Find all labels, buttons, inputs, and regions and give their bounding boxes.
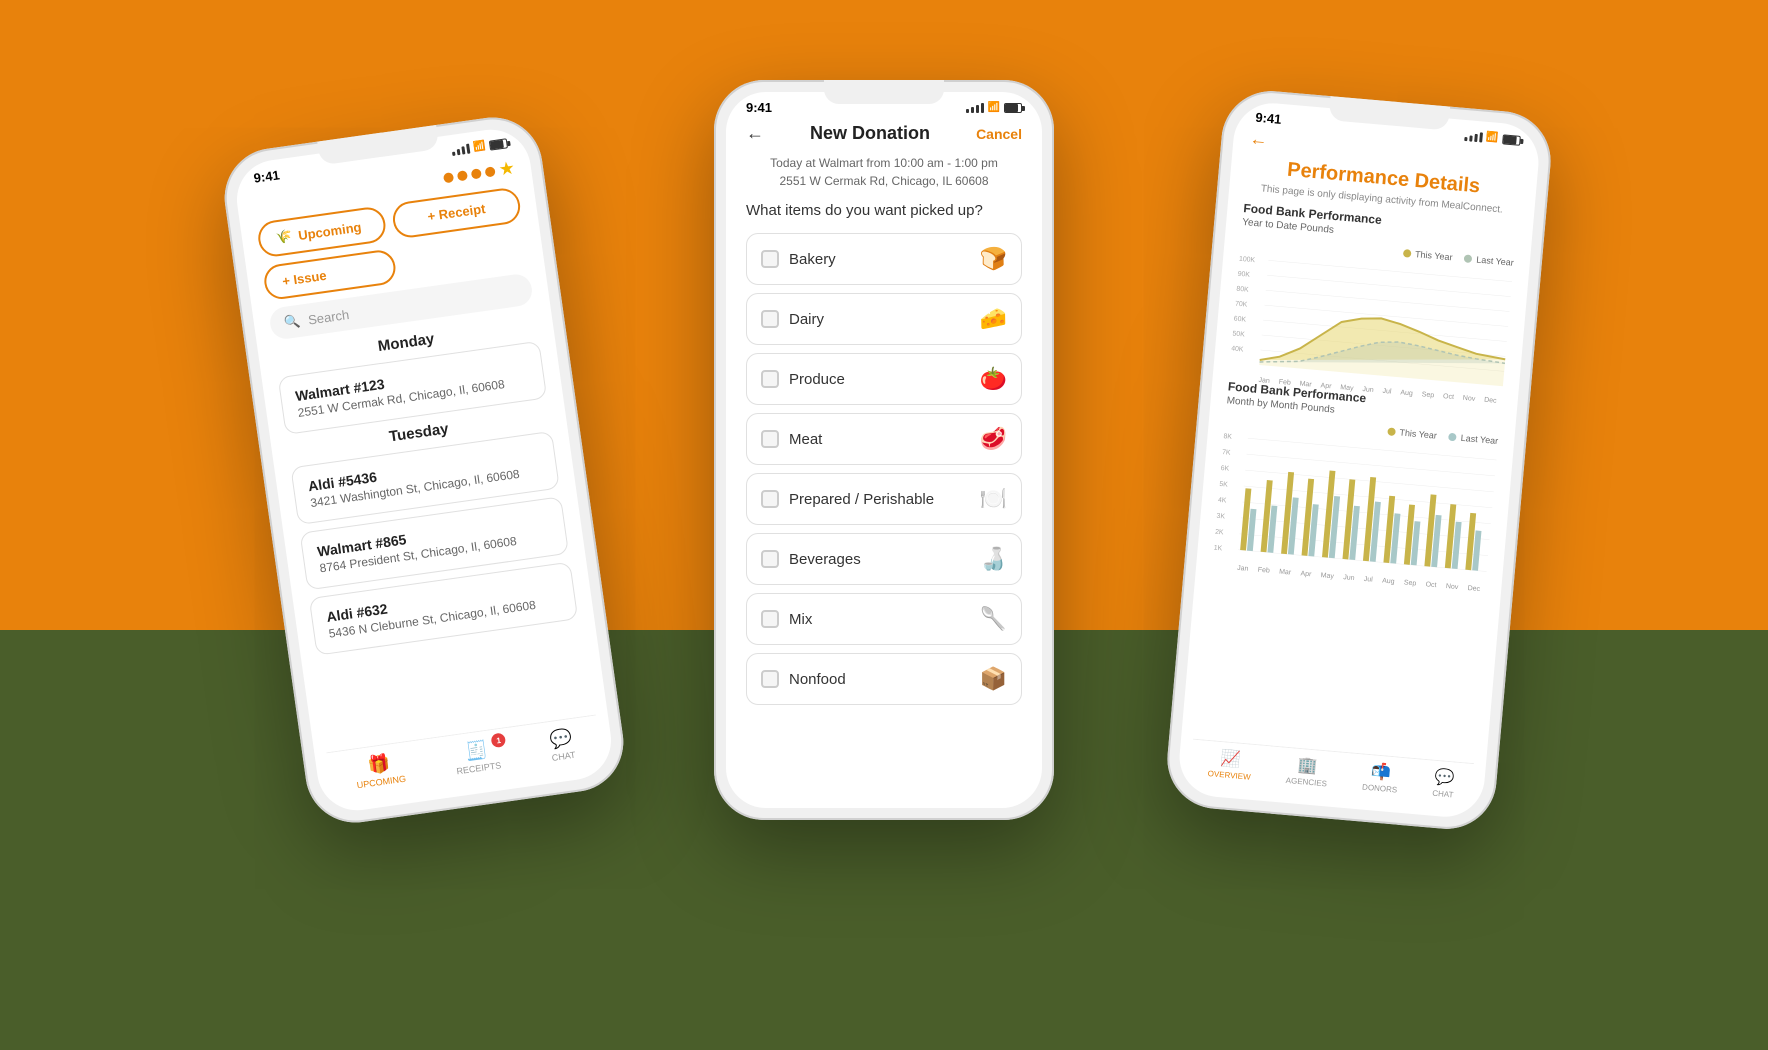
svg-text:2K: 2K (1215, 529, 1224, 537)
food-item-bakery[interactable]: Bakery 🍞 (746, 233, 1022, 285)
svg-text:7K: 7K (1222, 449, 1231, 457)
donors-icon: 📬 (1370, 761, 1392, 783)
checkbox-produce[interactable] (761, 370, 779, 388)
nonfood-icon: 📦 (980, 666, 1007, 692)
food-item-prepared[interactable]: Prepared / Perishable 🍽️ (746, 473, 1022, 525)
upcoming-nav-icon: 🎁 (366, 753, 391, 777)
phone-new-donation: 9:41 📶 ← New Donation C (714, 80, 1054, 820)
donation-info-line2: 2551 W Cermak Rd, Chicago, IL 60608 (746, 174, 1022, 188)
checkbox-nonfood[interactable] (761, 670, 779, 688)
nav-chat[interactable]: 💬 CHAT (548, 727, 576, 763)
dairy-icon: 🧀 (980, 306, 1007, 332)
svg-text:8K: 8K (1223, 433, 1232, 441)
svg-text:100K: 100K (1239, 256, 1256, 264)
svg-text:90K: 90K (1237, 271, 1250, 279)
chat-badge: 1 (491, 732, 507, 748)
prepared-icon: 🍽️ (980, 486, 1007, 512)
overview-icon: 📈 (1220, 748, 1242, 770)
nav-donors[interactable]: 📬 DONORS (1362, 761, 1400, 795)
time-3: 9:41 (1255, 110, 1282, 127)
checkbox-beverages[interactable] (761, 550, 779, 568)
checkbox-meat[interactable] (761, 430, 779, 448)
nav-agencies[interactable]: 🏢 AGENCIES (1285, 754, 1329, 788)
nav-upcoming[interactable]: 🎁 UPCOMING (353, 751, 407, 791)
phone-upcoming: 9:41 📶 (218, 111, 630, 829)
food-item-produce[interactable]: Produce 🍅 (746, 353, 1022, 405)
food-item-nonfood[interactable]: Nonfood 📦 (746, 653, 1022, 705)
line-chart: 100K 90K 80K 70K 60K 50K 40K (1230, 248, 1513, 391)
checkbox-bakery[interactable] (761, 250, 779, 268)
chat-icon-3: 💬 (1434, 767, 1456, 789)
food-item-dairy[interactable]: Dairy 🧀 (746, 293, 1022, 345)
agencies-icon: 🏢 (1297, 755, 1319, 777)
wifi-icon-2: 📶 (988, 102, 1000, 113)
food-item-beverages[interactable]: Beverages 🍶 (746, 533, 1022, 585)
nav-receipts[interactable]: 🧾 RECEIPTS 1 (453, 737, 502, 776)
donation-info-line1: Today at Walmart from 10:00 am - 1:00 pm (746, 156, 1022, 170)
pickup-question: What items do you want picked up? (746, 202, 1022, 219)
back-arrow-3[interactable]: ← (1249, 128, 1269, 150)
search-icon: 🔍 (283, 313, 301, 331)
nav-chat-3[interactable]: 💬 CHAT (1432, 767, 1456, 800)
phone2-nav: ← New Donation Cancel (746, 119, 1022, 156)
star-icon: ★ (497, 158, 516, 181)
donation-title: New Donation (810, 123, 930, 144)
receipts-nav-icon: 🧾 (464, 739, 489, 763)
line-chart-section: Food Bank Performance Year to Date Pound… (1230, 201, 1518, 391)
checkbox-prepared[interactable] (761, 490, 779, 508)
wifi-icon-3: 📶 (1486, 132, 1499, 144)
checkbox-mix[interactable] (761, 610, 779, 628)
cancel-button[interactable]: Cancel (976, 126, 1022, 142)
wifi-icon-1: 📶 (472, 140, 486, 153)
svg-text:6K: 6K (1220, 465, 1229, 473)
time-2: 9:41 (746, 100, 772, 115)
phone-performance: 9:41 📶 ← Performance Details (1163, 87, 1554, 833)
svg-text:50K: 50K (1232, 330, 1245, 338)
beverages-icon: 🍶 (980, 546, 1007, 572)
nav-overview[interactable]: 📈 OVERVIEW (1207, 747, 1253, 782)
checkbox-dairy[interactable] (761, 310, 779, 328)
bar-chart: 8K 7K 6K 5K 4K 3K 2K 1K (1213, 426, 1497, 579)
produce-icon: 🍅 (980, 366, 1007, 392)
phones-container: 9:41 📶 (184, 50, 1584, 1000)
svg-text:1K: 1K (1213, 545, 1222, 553)
chat-nav-icon: 💬 (549, 727, 574, 751)
meat-icon: 🥩 (980, 426, 1007, 452)
svg-text:3K: 3K (1216, 513, 1225, 521)
bakery-icon: 🍞 (980, 246, 1007, 272)
svg-text:5K: 5K (1219, 481, 1228, 489)
svg-text:70K: 70K (1235, 301, 1248, 309)
time-1: 9:41 (253, 167, 281, 185)
svg-text:80K: 80K (1236, 286, 1249, 294)
food-item-mix[interactable]: Mix 🥄 (746, 593, 1022, 645)
wheat-icon: 🌾 (275, 228, 293, 246)
svg-text:60K: 60K (1234, 316, 1247, 324)
svg-text:40K: 40K (1231, 345, 1244, 353)
food-item-meat[interactable]: Meat 🥩 (746, 413, 1022, 465)
bar-chart-section: Food Bank Performance Month by Month Pou… (1213, 379, 1501, 579)
mix-icon: 🥄 (980, 606, 1007, 632)
back-arrow[interactable]: ← (746, 123, 764, 144)
svg-text:4K: 4K (1218, 497, 1227, 505)
